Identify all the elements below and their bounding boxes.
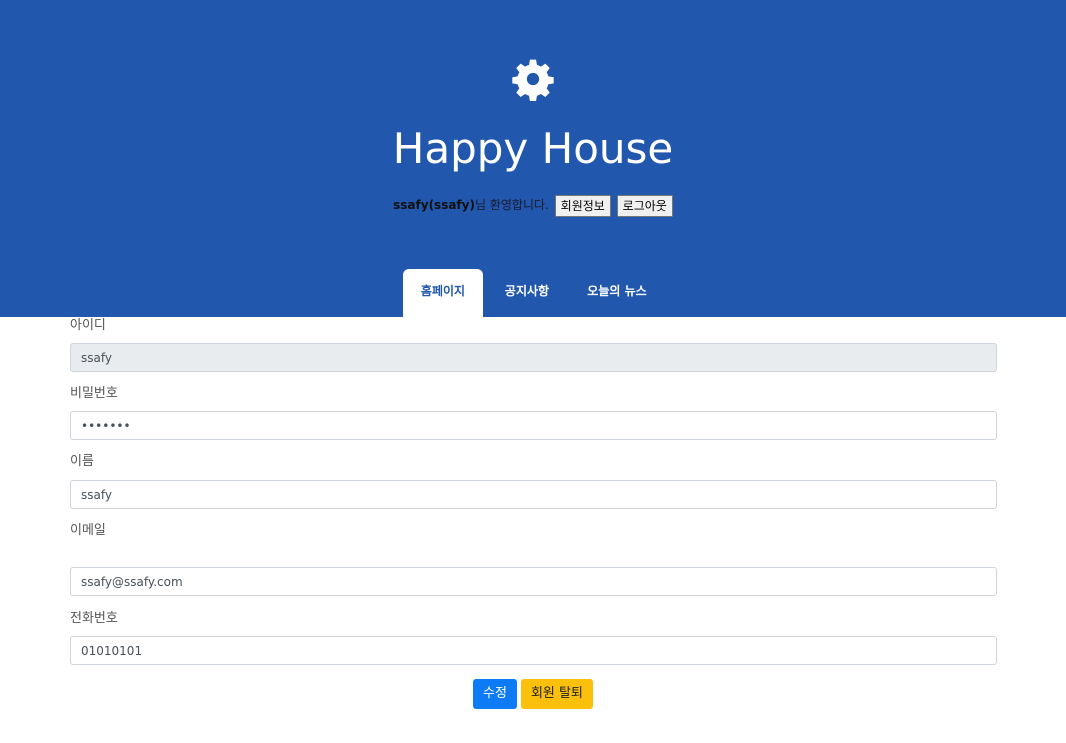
tab-notice[interactable]: 공지사항 bbox=[493, 269, 561, 317]
welcome-message: 님 환영합니다. bbox=[474, 198, 549, 212]
site-title: Happy House bbox=[392, 124, 674, 173]
phone-label: 전화번호 bbox=[70, 611, 118, 626]
welcome-username: ssafy(ssafy) bbox=[393, 198, 475, 212]
id-field: ssafy bbox=[70, 343, 997, 372]
phone-field[interactable]: 01010101 bbox=[70, 636, 997, 665]
tab-home[interactable]: 홈페이지 bbox=[403, 269, 483, 317]
email-label: 이메일 bbox=[70, 523, 106, 538]
name-field[interactable]: ssafy bbox=[70, 480, 997, 509]
edit-button[interactable]: 수정 bbox=[473, 679, 517, 709]
logout-button[interactable]: 로그아웃 bbox=[616, 194, 673, 217]
name-label: 이름 bbox=[70, 454, 94, 469]
id-label: 아이디 bbox=[70, 318, 106, 333]
email-field[interactable]: ssafy@ssafy.com bbox=[70, 567, 997, 596]
header-banner: Happy House ssafy(ssafy)님 환영합니다. 회원정보 로그… bbox=[0, 0, 1066, 317]
welcome-bar: ssafy(ssafy)님 환영합니다. 회원정보 로그아웃 bbox=[0, 193, 1066, 217]
gear-icon bbox=[512, 59, 554, 101]
form-actions: 수정 회원 탈퇴 bbox=[0, 679, 1066, 709]
nav-tabs: 홈페이지 공지사항 오늘의 뉴스 bbox=[0, 269, 1066, 317]
password-field[interactable]: ••••••• bbox=[70, 411, 997, 440]
withdraw-button[interactable]: 회원 탈퇴 bbox=[520, 679, 593, 709]
tab-news[interactable]: 오늘의 뉴스 bbox=[576, 269, 658, 317]
member-info-button[interactable]: 회원정보 bbox=[554, 194, 611, 217]
password-label: 비밀번호 bbox=[70, 386, 118, 401]
